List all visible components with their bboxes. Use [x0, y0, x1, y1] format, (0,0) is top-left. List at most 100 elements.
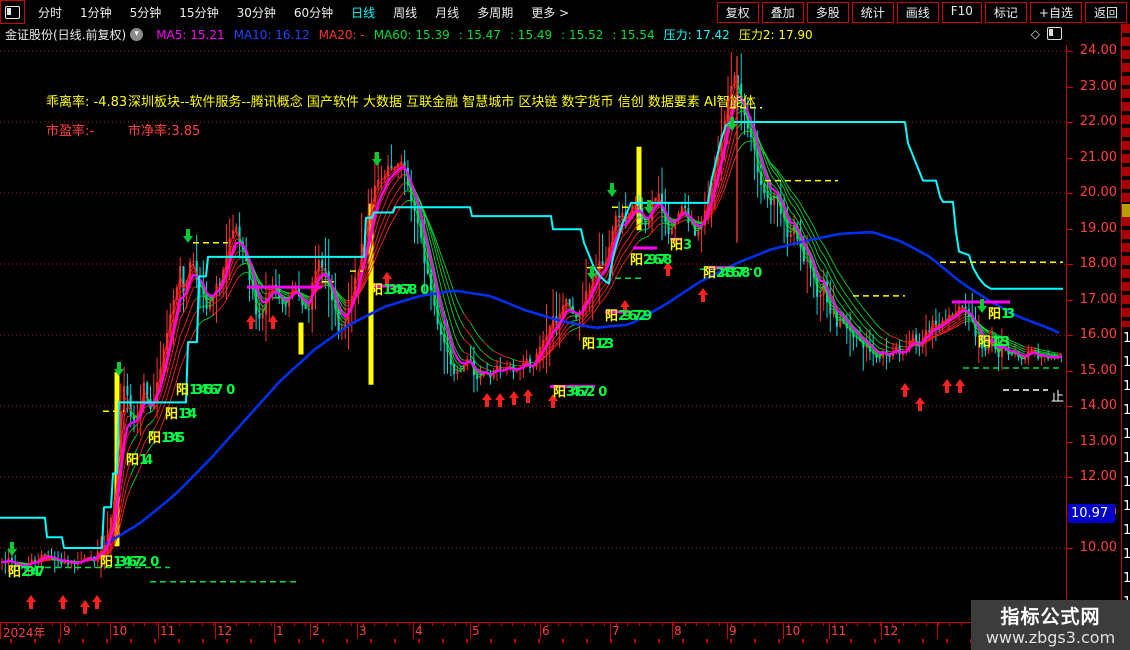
month-label: 1 — [276, 624, 284, 638]
month-separator — [783, 623, 784, 639]
month-label: 10 — [785, 624, 801, 638]
ma-value: MA10: 16.12 — [233, 28, 310, 42]
toolbar-button-1[interactable]: 叠加 — [761, 1, 804, 23]
price-axis: 10.97 24.00 23.00 22.00 21.00 20.00 19.00 18.0… — [1066, 43, 1122, 638]
month-label: 9 — [729, 624, 737, 638]
date-tick — [558, 623, 559, 626]
month-label: 4 — [415, 624, 423, 638]
month-label: 5 — [472, 624, 480, 638]
tab-period-1[interactable]: 1分钟 — [71, 4, 121, 21]
ma-value: 压力: 17.42 — [663, 28, 730, 42]
top-toolbar: 分时 1分钟 5分钟 15分钟 30分钟 60分钟 日线 周线 月线 多周期 更多 > 复权 叠加 多股… — [0, 0, 1130, 24]
ma-values: MA5: 15.21 MA10: 16.12 MA20: - MA60: 15.39:… — [147, 26, 813, 43]
date-tick — [293, 623, 295, 626]
trading-app-window: 分时 1分钟 5分钟 15分钟 30分钟 60分钟 日线 周线 月线 多周期 更多 > 复权 叠加 多股… — [0, 0, 1130, 650]
price-tick-label: 22.00 — [1079, 114, 1117, 129]
toolbar-button-5[interactable]: F10 — [941, 1, 982, 23]
panel-layout-icon[interactable] — [1047, 27, 1062, 40]
date-tick — [661, 623, 663, 626]
candlestick-chart[interactable]: 阳2347 阳134672 0 阳14 阳1345 阳134 阳134567 0 阳134678… — [0, 45, 1066, 622]
price-tick-label: 17.00 — [1079, 291, 1117, 307]
ma-value: : 15.54 — [612, 28, 655, 42]
month-separator — [0, 623, 1, 639]
clipped-red-text — [1122, 24, 1130, 204]
toolbar-button-4[interactable]: 画线 — [896, 1, 939, 23]
subrow-tick — [610, 639, 612, 643]
subrow-tick — [490, 639, 492, 643]
date-tick — [822, 623, 824, 626]
svg-text:阳2456780: 阳245678 0 — [703, 266, 762, 281]
subrow-tick — [346, 639, 348, 643]
price-tick-label: 13.00 — [1079, 433, 1117, 449]
ma-value: : 15.47 — [458, 28, 501, 42]
price-tick-label: 10.00 — [1079, 540, 1117, 555]
date-tick — [98, 623, 99, 626]
tab-period-9[interactable]: 多周期 — [468, 4, 522, 21]
toolbar-button-6[interactable]: 标记 — [984, 1, 1027, 23]
chevron-down-icon[interactable]: ▾ — [130, 28, 144, 41]
svg-text:阳1346780: 阳134678 0 — [370, 283, 429, 298]
date-tick — [236, 623, 237, 626]
date-tick — [178, 623, 180, 626]
diamond-icon[interactable]: ◇ — [1031, 27, 1040, 41]
date-tick — [328, 623, 329, 626]
stock-title[interactable]: 金证股份(日线.前复权) — [5, 26, 126, 43]
tab-period-4[interactable]: 30分钟 — [228, 4, 285, 21]
tab-period-5[interactable]: 60分钟 — [285, 4, 342, 21]
date-tick — [408, 623, 410, 626]
subrow-tick — [946, 639, 948, 643]
subrow-tick — [514, 639, 516, 643]
toolbar-button-8[interactable]: 返回 — [1084, 1, 1127, 23]
subrow-tick — [178, 639, 180, 643]
subrow-tick — [850, 639, 852, 643]
date-tick — [523, 623, 525, 626]
date-tick — [155, 623, 157, 626]
tab-period-3[interactable]: 15分钟 — [170, 4, 227, 21]
tab-period-8[interactable]: 月线 — [426, 4, 468, 21]
window-split-button[interactable] — [0, 0, 25, 24]
month-separator — [357, 623, 358, 639]
toolbar-button-2[interactable]: 多股 — [806, 1, 849, 23]
tab-period-7[interactable]: 周线 — [384, 4, 426, 21]
date-tick — [627, 623, 628, 626]
date-tick — [431, 623, 433, 626]
toolbar-button-3[interactable]: 统计 — [851, 1, 894, 23]
svg-text:阳13: 阳13 — [988, 307, 1015, 322]
month-separator — [540, 623, 541, 639]
tab-period-10[interactable]: 更多 > — [522, 4, 578, 21]
subrow-tick — [538, 639, 540, 643]
tab-period-6[interactable]: 日线 — [342, 4, 384, 21]
subrow-tick — [10, 639, 12, 643]
date-tick — [926, 623, 927, 626]
clipped-red-text — [1122, 217, 1130, 327]
subrow-tick — [394, 639, 396, 643]
date-tick — [86, 623, 88, 626]
subrow-tick — [562, 639, 564, 643]
date-tick — [592, 623, 594, 626]
month-label: 12 — [217, 624, 233, 638]
toolbar-button-7[interactable]: +自选 — [1029, 1, 1082, 23]
watermark-title: 指标公式网 — [1000, 606, 1101, 628]
subrow-tick — [658, 639, 660, 643]
date-tick — [581, 623, 582, 626]
subrow-tick — [226, 639, 228, 643]
subrow-tick — [442, 639, 444, 643]
date-tick — [914, 623, 916, 626]
date-tick — [765, 623, 766, 626]
month-separator — [60, 623, 61, 639]
price-tick-label: 21.00 — [1079, 149, 1117, 165]
date-axis[interactable]: 2024年 9 10 11 12 1 2 3 4 5 6 7 8 9 10 11 12 — [0, 622, 1066, 640]
toolbar-button-0[interactable]: 复权 — [716, 1, 759, 23]
subrow-tick — [418, 639, 420, 643]
date-tick — [213, 623, 214, 626]
tab-period-2[interactable]: 5分钟 — [121, 4, 171, 21]
tab-period-0[interactable]: 分时 — [29, 4, 71, 21]
date-tick — [454, 623, 456, 626]
clipped-yellow-text — [1122, 204, 1130, 217]
watermark: 指标公式网 www.zbgs3.com — [971, 600, 1130, 650]
subrow-tick — [106, 639, 108, 643]
date-tick — [374, 623, 375, 626]
window-split-icon — [5, 5, 20, 19]
date-tick — [351, 623, 352, 626]
date-tick — [201, 623, 203, 626]
